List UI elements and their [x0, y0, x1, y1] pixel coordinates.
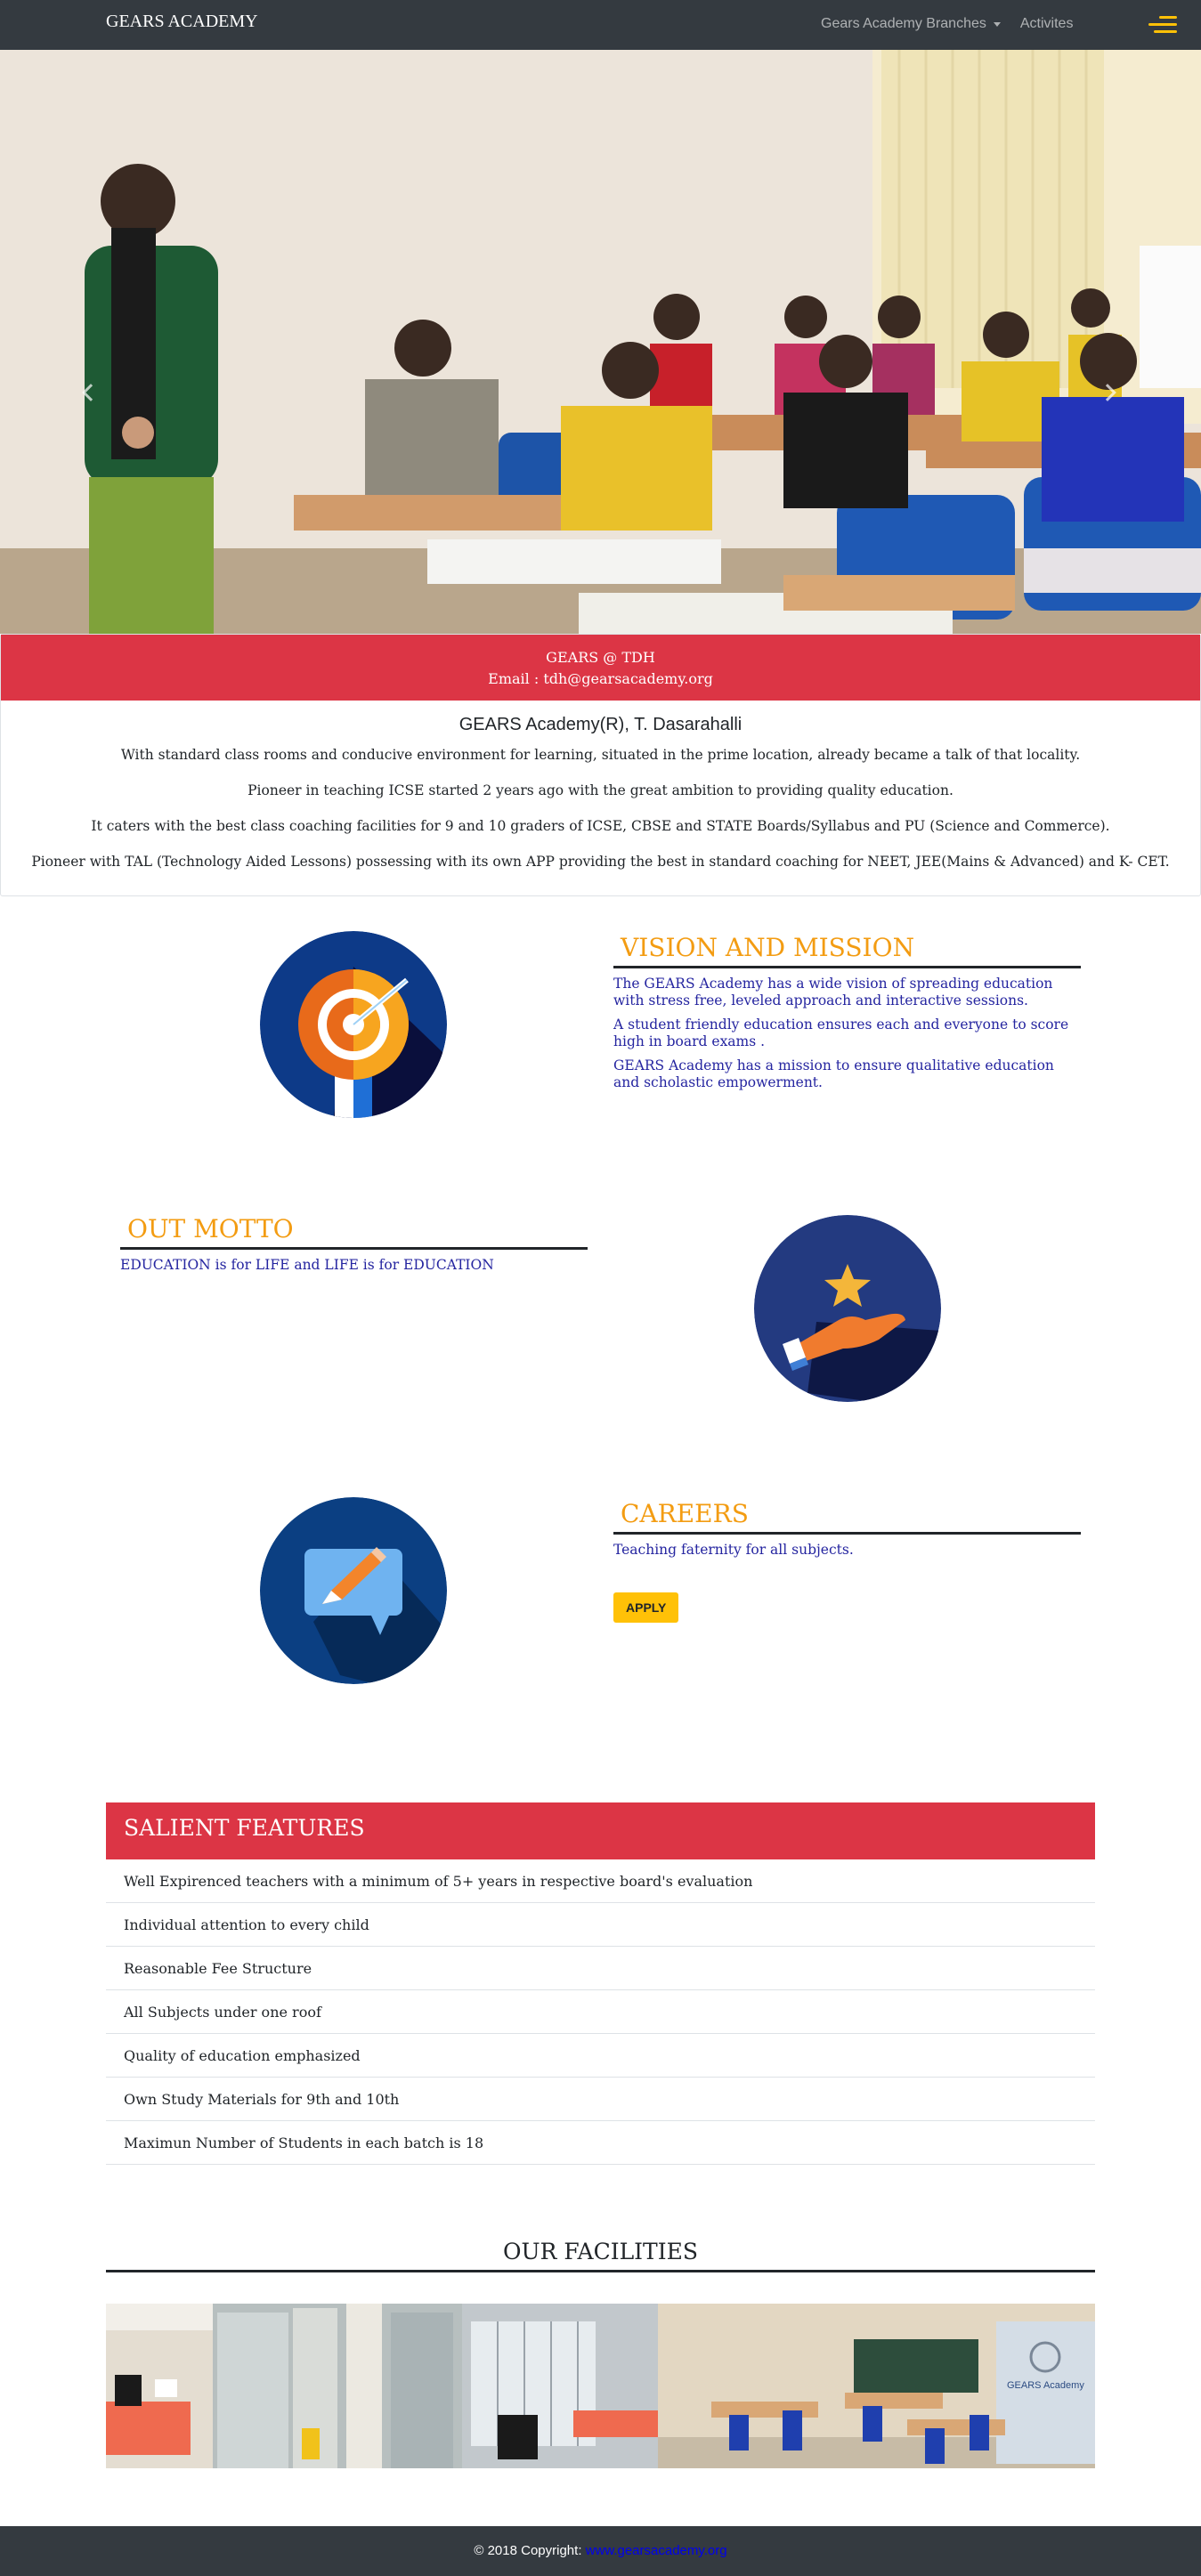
info-paragraph: Pioneer with TAL (Technology Aided Lesso…: [31, 854, 1170, 870]
branch-email[interactable]: Email : tdh@gearsacademy.org: [1, 668, 1200, 690]
branch-info-header: GEARS @ TDH Email : tdh@gearsacademy.org: [1, 635, 1200, 701]
footer-copyright: © 2018 Copyright:: [474, 2543, 582, 2558]
vision-heading: VISION AND MISSION: [613, 933, 1081, 968]
list-item: Own Study Materials for 9th and 10th: [106, 2078, 1095, 2121]
branch-info-body: GEARS Academy(R), T. Dasarahalli With st…: [1, 701, 1200, 871]
vision-section: VISION AND MISSION The GEARS Academy has…: [0, 926, 1201, 1139]
vision-paragraph: A student friendly education ensures eac…: [613, 1017, 1069, 1049]
vision-text: The GEARS Academy has a wide vision of s…: [613, 976, 1081, 1091]
footer-website-link[interactable]: www.gearsacademy.org: [586, 2543, 727, 2558]
hand-star-icon: [754, 1215, 941, 1402]
list-item: Quality of education emphasized: [106, 2034, 1095, 2078]
salient-features-panel: SALIENT FEATURES Well Expirenced teacher…: [106, 1802, 1095, 2165]
vision-paragraph: GEARS Academy has a mission to ensure qu…: [613, 1057, 1054, 1090]
carousel-prev-button[interactable]: [82, 379, 100, 406]
facilities-panorama: GEARS Academy: [106, 2304, 1095, 2468]
info-paragraph: With standard class rooms and conducive …: [120, 747, 1081, 763]
branch-name: GEARS @ TDH: [546, 649, 655, 666]
nav-links: Gears Academy Branches Activites: [821, 16, 1092, 32]
brand-logo[interactable]: GEARS ACADEMY: [106, 12, 258, 32]
motto-heading-block: OUT MOTTO EDUCATION is for LIFE and LIFE…: [120, 1214, 588, 1281]
careers-section: CAREERS Teaching faternity for all subje…: [0, 1495, 1201, 1709]
careers-heading: CAREERS: [613, 1499, 1081, 1535]
carousel-next-button[interactable]: [1099, 379, 1116, 406]
list-item: Individual attention to every child: [106, 1903, 1095, 1947]
nav-branches-label: Gears Academy Branches: [821, 16, 986, 31]
careers-text: Teaching faternity for all subjects.: [613, 1542, 1081, 1559]
list-item: Reasonable Fee Structure: [106, 1947, 1095, 1990]
list-item: All Subjects under one roof: [106, 1990, 1095, 2034]
facilities-heading: OUR FACILITIES: [106, 2239, 1095, 2272]
motto-text: EDUCATION is for LIFE and LIFE is for ED…: [120, 1257, 588, 1274]
hamburger-icon[interactable]: [1148, 14, 1177, 36]
salient-features-heading: SALIENT FEATURES: [106, 1802, 1095, 1859]
chat-pencil-icon: [260, 1497, 447, 1684]
footer: © 2018 Copyright: www.gearsacademy.org: [0, 2526, 1201, 2576]
list-item: Well Expirenced teachers with a minimum …: [106, 1859, 1095, 1903]
hero-carousel: [0, 50, 1201, 634]
branch-info-card: GEARS @ TDH Email : tdh@gearsacademy.org…: [0, 634, 1201, 896]
classroom-photo: [0, 50, 1201, 634]
motto-paragraph: EDUCATION is for LIFE and LIFE is for ED…: [120, 1257, 494, 1273]
facilities-sign-text: GEARS Academy: [1007, 2380, 1084, 2391]
caret-down-icon: [993, 21, 1001, 27]
careers-heading-block: CAREERS Teaching faternity for all subje…: [613, 1499, 1081, 1623]
nav-branches-dropdown[interactable]: Gears Academy Branches: [821, 16, 1001, 32]
info-paragraph: Pioneer in teaching ICSE started 2 years…: [248, 782, 953, 798]
nav-activities-link[interactable]: Activites: [1020, 16, 1074, 32]
info-paragraph: It caters with the best class coaching f…: [91, 818, 1110, 834]
target-icon: [260, 931, 447, 1118]
navbar: GEARS ACADEMY Gears Academy Branches Act…: [0, 0, 1201, 50]
facilities-photo: GEARS Academy: [106, 2304, 1095, 2468]
vision-paragraph: The GEARS Academy has a wide vision of s…: [613, 976, 1053, 1009]
careers-paragraph: Teaching faternity for all subjects.: [613, 1542, 854, 1558]
branch-title: GEARS Academy(R), T. Dasarahalli: [458, 715, 743, 734]
motto-section: OUT MOTTO EDUCATION is for LIFE and LIFE…: [0, 1211, 1201, 1415]
nav-activities-label: Activites: [1019, 16, 1074, 31]
apply-button[interactable]: APPLY: [613, 1592, 679, 1623]
chevron-right-icon: [1099, 384, 1116, 401]
vision-heading-block: VISION AND MISSION The GEARS Academy has…: [613, 933, 1081, 1098]
list-item: Maximun Number of Students in each batch…: [106, 2121, 1095, 2165]
chevron-left-icon: [82, 384, 100, 401]
motto-heading: OUT MOTTO: [120, 1214, 588, 1250]
